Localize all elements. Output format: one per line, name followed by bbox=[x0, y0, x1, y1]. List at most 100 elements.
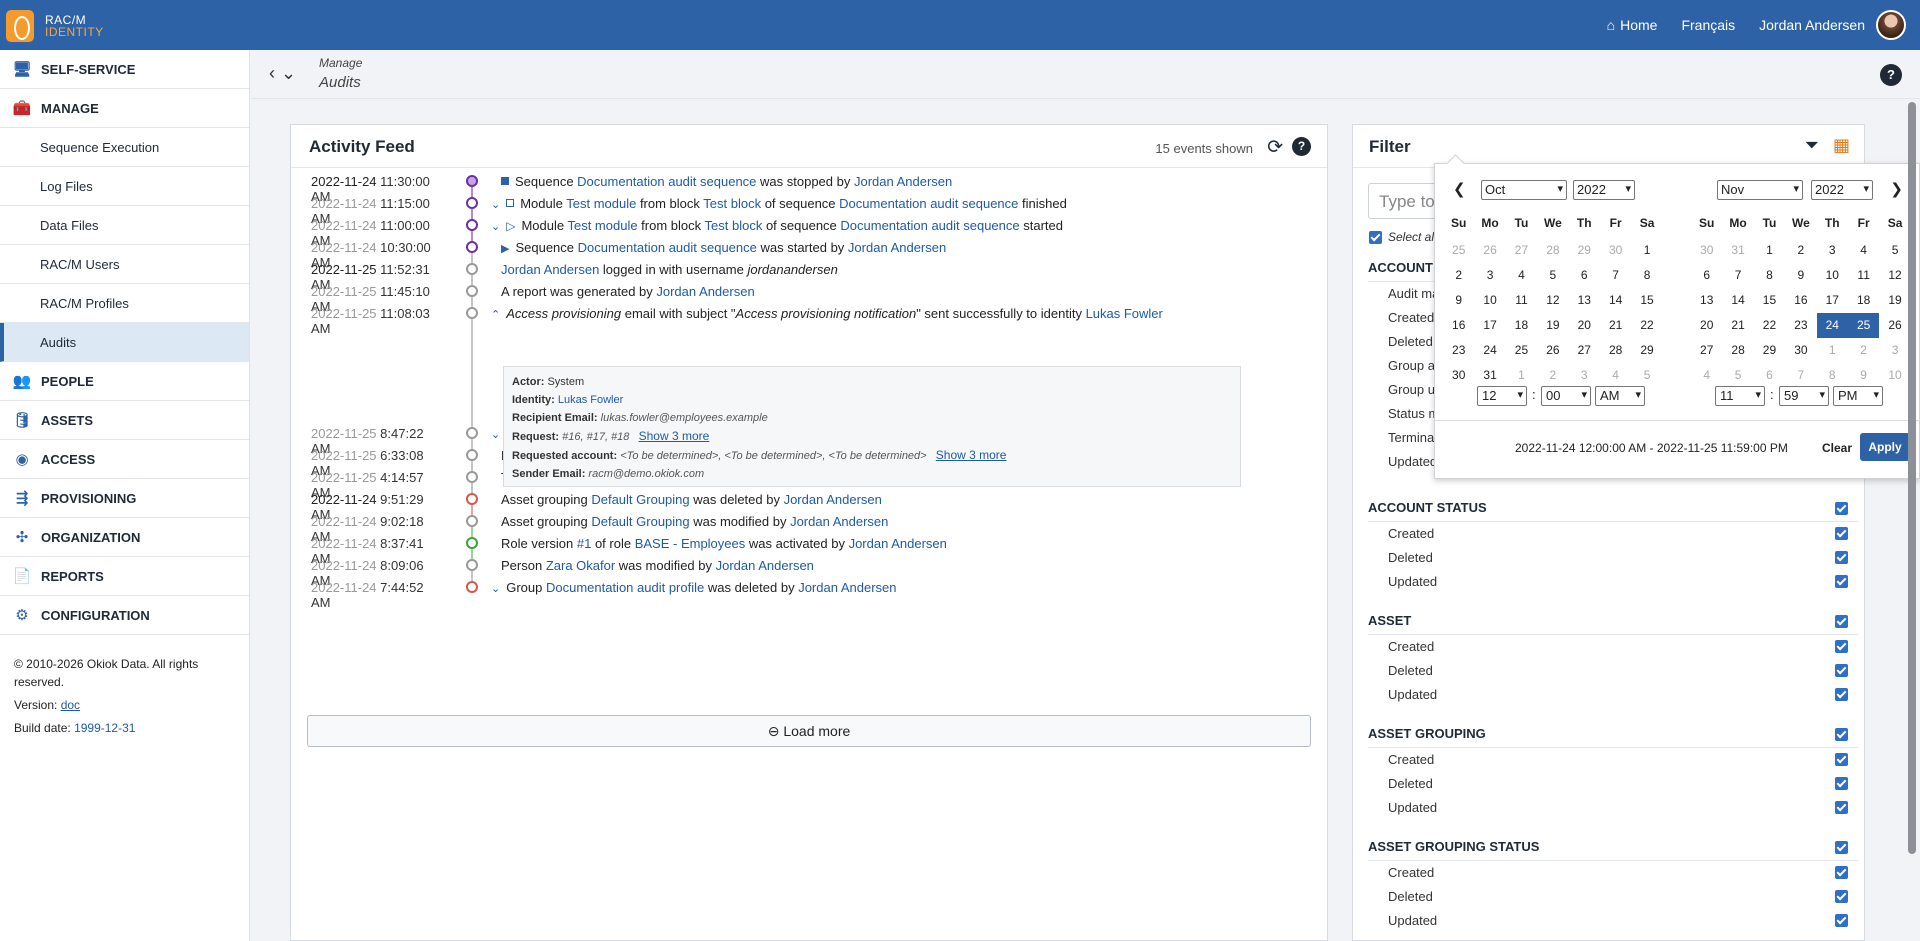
calendar-day[interactable]: 26 bbox=[1474, 238, 1505, 263]
help-icon[interactable]: ? bbox=[1880, 64, 1902, 86]
calendar-day[interactable]: 13 bbox=[1691, 288, 1722, 313]
event-link[interactable]: Jordan Andersen bbox=[849, 536, 947, 551]
racm-logo-icon[interactable] bbox=[6, 10, 34, 42]
event-link[interactable]: Documentation audit sequence bbox=[839, 196, 1018, 211]
page-scrollbar[interactable] bbox=[1908, 102, 1916, 854]
show-more-accounts-link[interactable]: Show 3 more bbox=[936, 448, 1007, 462]
calendar-day[interactable]: 23 bbox=[1785, 313, 1816, 338]
checkbox[interactable] bbox=[1835, 551, 1848, 564]
event-link[interactable]: #1 bbox=[577, 536, 591, 551]
chevron-down-icon[interactable]: ⌄ bbox=[491, 199, 500, 211]
calendar-day[interactable]: 13 bbox=[1569, 288, 1600, 313]
sidebar-item-assets[interactable]: 🛢 ASSETS bbox=[0, 401, 249, 440]
event-link[interactable]: Default Grouping bbox=[591, 514, 689, 529]
calendar-day[interactable]: 5 bbox=[1722, 363, 1753, 388]
calendar-day[interactable]: 23 bbox=[1443, 338, 1474, 363]
calendar-day[interactable]: 6 bbox=[1569, 263, 1600, 288]
calendar-day[interactable]: 19 bbox=[1537, 313, 1568, 338]
event-link[interactable]: Jordan Andersen bbox=[501, 262, 599, 277]
start-ampm-select[interactable]: AM bbox=[1595, 386, 1645, 406]
calendar-day[interactable]: 3 bbox=[1879, 338, 1910, 363]
event-link[interactable]: Documentation audit profile bbox=[546, 580, 704, 595]
left-year-select[interactable]: 2022 bbox=[1573, 180, 1635, 200]
right-year-select[interactable]: 2022 bbox=[1811, 180, 1873, 200]
sidebar-item-log-files[interactable]: Log Files bbox=[0, 167, 249, 206]
calendar-day[interactable]: 16 bbox=[1443, 313, 1474, 338]
checkbox[interactable] bbox=[1369, 230, 1382, 244]
checkbox[interactable] bbox=[1835, 841, 1848, 854]
checkbox[interactable] bbox=[1835, 688, 1848, 701]
sidebar-item-organization[interactable]: ✣ ORGANIZATION bbox=[0, 518, 249, 557]
calendar-day[interactable]: 2 bbox=[1537, 363, 1568, 388]
calendar-day[interactable]: 14 bbox=[1600, 288, 1631, 313]
calendar-day[interactable]: 17 bbox=[1474, 313, 1505, 338]
calendar-day[interactable]: 7 bbox=[1600, 263, 1631, 288]
filter-funnel-icon[interactable]: ⏷ bbox=[1805, 135, 1819, 156]
calendar-day[interactable]: 1 bbox=[1506, 363, 1537, 388]
event-link[interactable]: Zara Okafor bbox=[546, 558, 615, 573]
calendar-day[interactable]: 29 bbox=[1754, 338, 1785, 363]
calendar-day[interactable]: 16 bbox=[1785, 288, 1816, 313]
event-link[interactable]: BASE - Employees bbox=[635, 536, 746, 551]
calendar-day[interactable]: 8 bbox=[1817, 363, 1848, 388]
calendar-day[interactable]: 30 bbox=[1600, 238, 1631, 263]
calendar-day[interactable]: 8 bbox=[1754, 263, 1785, 288]
calendar-day[interactable]: 22 bbox=[1754, 313, 1785, 338]
event-link[interactable]: Default Grouping bbox=[591, 492, 689, 507]
calendar-day[interactable]: 8 bbox=[1631, 263, 1662, 288]
calendar-day[interactable]: 27 bbox=[1569, 338, 1600, 363]
calendar-day[interactable]: 2 bbox=[1443, 263, 1474, 288]
calendar-day[interactable]: 28 bbox=[1722, 338, 1753, 363]
calendar-day[interactable]: 28 bbox=[1537, 238, 1568, 263]
sidebar-item-reports[interactable]: 📄 REPORTS bbox=[0, 557, 249, 596]
version-doc-link[interactable]: doc bbox=[61, 698, 80, 712]
calendar-day[interactable]: 12 bbox=[1537, 288, 1568, 313]
calendar-day[interactable]: 14 bbox=[1722, 288, 1753, 313]
calendar-day[interactable]: 6 bbox=[1691, 263, 1722, 288]
calendar-day[interactable]: 3 bbox=[1474, 263, 1505, 288]
calendar-day[interactable]: 20 bbox=[1691, 313, 1722, 338]
calendar-day[interactable]: 10 bbox=[1474, 288, 1505, 313]
calendar-day[interactable]: 30 bbox=[1785, 338, 1816, 363]
calendar-day[interactable]: 1 bbox=[1817, 338, 1848, 363]
calendar-day[interactable]: 29 bbox=[1569, 238, 1600, 263]
show-more-requests-link[interactable]: Show 3 more bbox=[639, 429, 710, 443]
calendar-day[interactable]: 11 bbox=[1848, 263, 1879, 288]
calendar-day[interactable]: 5 bbox=[1537, 263, 1568, 288]
calendar-day[interactable]: 19 bbox=[1879, 288, 1910, 313]
calendar-day[interactable]: 7 bbox=[1722, 263, 1753, 288]
sidebar-item-data-files[interactable]: Data Files bbox=[0, 206, 249, 245]
next-month-icon[interactable]: ❯ bbox=[1890, 180, 1903, 198]
checkbox[interactable] bbox=[1835, 890, 1848, 903]
event-link[interactable]: Jordan Andersen bbox=[854, 174, 952, 189]
sidebar-item-rac-m-profiles[interactable]: RAC/M Profiles bbox=[0, 284, 249, 323]
checkbox[interactable] bbox=[1835, 753, 1848, 766]
sidebar-item-people[interactable]: 👥 PEOPLE bbox=[0, 362, 249, 401]
calendar-day[interactable]: 11 bbox=[1506, 288, 1537, 313]
event-link[interactable]: Jordan Andersen bbox=[798, 580, 896, 595]
calendar-day[interactable]: 31 bbox=[1722, 238, 1753, 263]
chevron-down-icon[interactable]: ⌄ bbox=[491, 429, 500, 441]
checkbox[interactable] bbox=[1835, 914, 1848, 927]
event-link[interactable]: Test module bbox=[567, 218, 637, 233]
calendar-day[interactable]: 21 bbox=[1600, 313, 1631, 338]
calendar-day[interactable]: 18 bbox=[1848, 288, 1879, 313]
back-chevron-icon[interactable]: ‹ bbox=[269, 63, 281, 83]
event-link[interactable]: Jordan Andersen bbox=[848, 240, 946, 255]
left-month-select[interactable]: Oct bbox=[1481, 180, 1567, 200]
checkbox[interactable] bbox=[1835, 664, 1848, 677]
select-all-checkbox[interactable]: Select al bbox=[1369, 230, 1434, 244]
calendar-day[interactable]: 1 bbox=[1631, 238, 1662, 263]
sidebar-item-provisioning[interactable]: ⇶ PROVISIONING bbox=[0, 479, 249, 518]
event-link[interactable]: Test block bbox=[705, 218, 763, 233]
calendar-day[interactable]: 7 bbox=[1785, 363, 1816, 388]
calendar-day[interactable]: 15 bbox=[1754, 288, 1785, 313]
calendar-check-icon[interactable]: ▦ bbox=[1833, 135, 1850, 156]
calendar-day[interactable]: 27 bbox=[1691, 338, 1722, 363]
calendar-day[interactable]: 30 bbox=[1443, 363, 1474, 388]
calendar-day[interactable]: 24 bbox=[1474, 338, 1505, 363]
end-minute-select[interactable]: 59 bbox=[1779, 386, 1829, 406]
sidebar-item-audits[interactable]: Audits bbox=[0, 323, 249, 362]
calendar-day[interactable]: 6 bbox=[1754, 363, 1785, 388]
checkbox[interactable] bbox=[1835, 866, 1848, 879]
